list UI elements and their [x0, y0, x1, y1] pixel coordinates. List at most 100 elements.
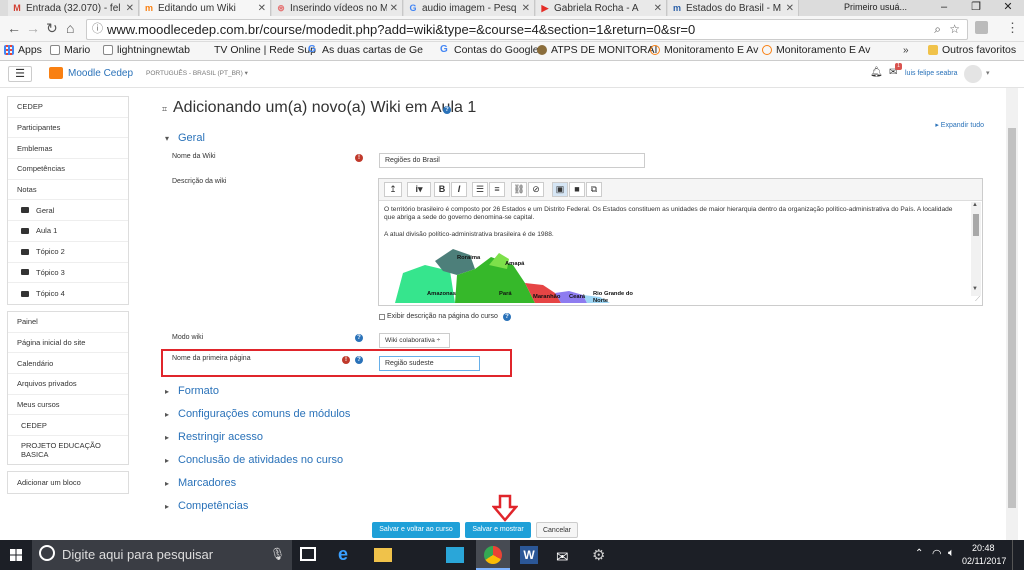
windows-start-icon[interactable]: [10, 549, 22, 561]
clock-time[interactable]: 20:48: [972, 543, 995, 553]
bookmark-monitoramento-1[interactable]: Monitoramento E Av: [650, 44, 758, 56]
hamburger-menu-icon[interactable]: ☰: [8, 66, 32, 82]
nav-emblemas[interactable]: Emblemas: [8, 138, 128, 160]
new-tab-button[interactable]: [800, 0, 828, 16]
bookmark-mario[interactable]: Mario: [50, 44, 90, 56]
nav-competencias[interactable]: Competências: [8, 159, 128, 180]
manage-files-icon[interactable]: ⧉: [586, 182, 602, 197]
section-marcadores[interactable]: ▸ Marcadores: [165, 477, 236, 489]
nav-cedep[interactable]: CEDEP: [8, 97, 128, 118]
editor-paragraph-2[interactable]: A atual divisão político-administrativa …: [384, 231, 964, 238]
bookmark-apps[interactable]: Apps: [4, 44, 42, 56]
wiki-name-input[interactable]: Regiões do Brasil: [379, 153, 645, 168]
wifi-icon[interactable]: ◠: [932, 547, 942, 560]
image-icon[interactable]: ▣: [552, 182, 568, 197]
bookmark-contas-google[interactable]: G Contas do Google: [440, 44, 539, 56]
file-explorer-icon[interactable]: [374, 548, 392, 562]
scroll-up-icon[interactable]: ▲: [972, 202, 978, 208]
section-conclusao-atividades[interactable]: ▸ Conclusão de atividades no curso: [165, 454, 343, 466]
page-scrollbar[interactable]: [1006, 88, 1018, 540]
url-input[interactable]: ⓘ www.moodlecedep.com.br/course/modedit.…: [86, 19, 968, 40]
mail-icon[interactable]: ✉: [556, 548, 569, 566]
volume-icon[interactable]: 🔈︎: [948, 547, 955, 560]
close-icon[interactable]: ✕: [126, 3, 134, 14]
add-block-link[interactable]: Adicionar um bloco: [8, 472, 128, 493]
bookmark-tv-online[interactable]: TV Online | Rede Sup: [200, 44, 316, 56]
brazil-map-image[interactable]: Roraima Amapá Amazonas Pará Maranhão Cea…: [395, 243, 635, 303]
nav-course-projeto[interactable]: PROJETO EDUCAÇÃO BASICA: [8, 436, 128, 464]
chrome-taskbar-item[interactable]: [476, 540, 510, 570]
link-icon[interactable]: ⛓: [511, 182, 527, 197]
media-icon[interactable]: ■: [569, 182, 585, 197]
numbered-list-icon[interactable]: ≡: [489, 182, 505, 197]
menu-icon[interactable]: ⋮: [1006, 20, 1019, 36]
section-restringir-acesso[interactable]: ▸ Restringir acesso: [165, 431, 263, 443]
show-description-checkbox[interactable]: [379, 314, 385, 320]
language-menu[interactable]: PORTUGUÊS - BRASIL (PT_BR) ▾: [146, 69, 248, 77]
close-icon[interactable]: ✕: [258, 3, 266, 14]
extension-icon[interactable]: [975, 21, 988, 34]
taskbar-search-box[interactable]: Digite aqui para pesquisar 🎙︎: [32, 540, 292, 570]
editor-scrollbar[interactable]: ▲ ▼: [971, 202, 981, 296]
tab-gmail[interactable]: M Entrada (32.070) - fel ✕: [8, 0, 139, 16]
bell-icon[interactable]: 🔔︎: [870, 67, 883, 78]
help-icon[interactable]: ?: [355, 356, 363, 364]
resize-handle-icon[interactable]: ⟋: [975, 296, 980, 304]
expand-all-link[interactable]: ▸ Expandir tudo: [935, 121, 984, 129]
section-geral-header[interactable]: ▾ Geral: [165, 132, 205, 144]
close-icon[interactable]: ✕: [522, 3, 530, 14]
tab-estados-brasil[interactable]: m Estados do Brasil - M ✕: [668, 0, 799, 16]
toolbar-toggle-icon[interactable]: ↥: [384, 182, 402, 197]
close-icon[interactable]: ✕: [390, 3, 398, 14]
minimize-icon[interactable]: –: [928, 0, 960, 16]
help-icon[interactable]: ?: [443, 106, 451, 114]
editor-paragraph-1[interactable]: O território brasileiro é composto por 2…: [384, 206, 964, 222]
first-page-input[interactable]: Região sudeste: [379, 356, 480, 371]
close-icon[interactable]: ✕: [786, 3, 794, 14]
star-icon[interactable]: ☆: [949, 20, 960, 39]
help-icon[interactable]: ?: [503, 313, 511, 321]
save-and-show-button[interactable]: Salvar e mostrar: [465, 522, 531, 538]
paragraph-style-icon[interactable]: i▾: [407, 182, 431, 197]
zoom-icon[interactable]: ⌕: [934, 20, 941, 39]
more-bookmarks-icon[interactable]: »: [903, 45, 909, 56]
nav-topic-geral[interactable]: Geral: [8, 200, 128, 222]
profile-label[interactable]: Primeiro usuá...: [844, 2, 907, 12]
bookmark-outros-favoritos[interactable]: Outros favoritos: [928, 44, 1016, 56]
back-icon[interactable]: ←: [7, 20, 21, 36]
nav-notas[interactable]: Notas: [8, 180, 128, 201]
close-window-icon[interactable]: ✕: [992, 0, 1024, 16]
nav-topic-2[interactable]: Tópico 2: [8, 242, 128, 263]
nav-topic-4[interactable]: Tópico 4: [8, 283, 128, 304]
user-name[interactable]: luis felipe seabra: [905, 70, 958, 77]
chevron-up-icon[interactable]: ⌃: [915, 548, 923, 559]
wiki-mode-select[interactable]: Wiki colaborativa ÷: [379, 333, 450, 348]
bookmark-lightningnewtab[interactable]: lightningnewtab: [103, 44, 190, 56]
site-name[interactable]: Moodle Cedep: [68, 68, 133, 79]
nav-topic-aula-1[interactable]: Aula 1: [8, 221, 128, 242]
tab-audio-imagem[interactable]: G audio imagem - Pesq ✕: [404, 0, 535, 16]
section-competencias[interactable]: ▸ Competências: [165, 500, 248, 512]
nav-course-cedep[interactable]: CEDEP: [8, 415, 128, 436]
italic-icon[interactable]: I: [451, 182, 467, 197]
nav-meus-cursos[interactable]: Meus cursos: [8, 395, 128, 416]
nav-topic-3[interactable]: Tópico 3: [8, 263, 128, 284]
editor-scrollbar-thumb[interactable]: [973, 214, 979, 236]
info-icon[interactable]: ⓘ: [92, 20, 103, 39]
nav-painel[interactable]: Painel: [8, 312, 128, 333]
bullet-list-icon[interactable]: ☰: [472, 182, 488, 197]
edge-icon[interactable]: e: [338, 544, 348, 565]
clock-date[interactable]: 02/11/2017: [962, 556, 1006, 566]
task-view-icon[interactable]: [300, 547, 316, 561]
bookmark-duas-cartas[interactable]: G As duas cartas de Ge: [308, 44, 423, 56]
tab-gabriela-rocha[interactable]: ▶ Gabriela Rocha - A ✕: [536, 0, 667, 16]
section-configuracoes-comuns[interactable]: ▸ Configurações comuns de módulos: [165, 408, 350, 420]
word-icon[interactable]: W: [520, 546, 538, 564]
nav-pagina-inicial[interactable]: Página inicial do site: [8, 333, 128, 354]
home-icon[interactable]: ⌂: [66, 20, 74, 36]
unlink-icon[interactable]: ⊘: [528, 182, 544, 197]
forward-icon[interactable]: →: [26, 20, 40, 36]
nav-calendario[interactable]: Calendário: [8, 353, 128, 374]
app-icon[interactable]: ⚙: [592, 546, 605, 564]
avatar[interactable]: [964, 65, 982, 83]
